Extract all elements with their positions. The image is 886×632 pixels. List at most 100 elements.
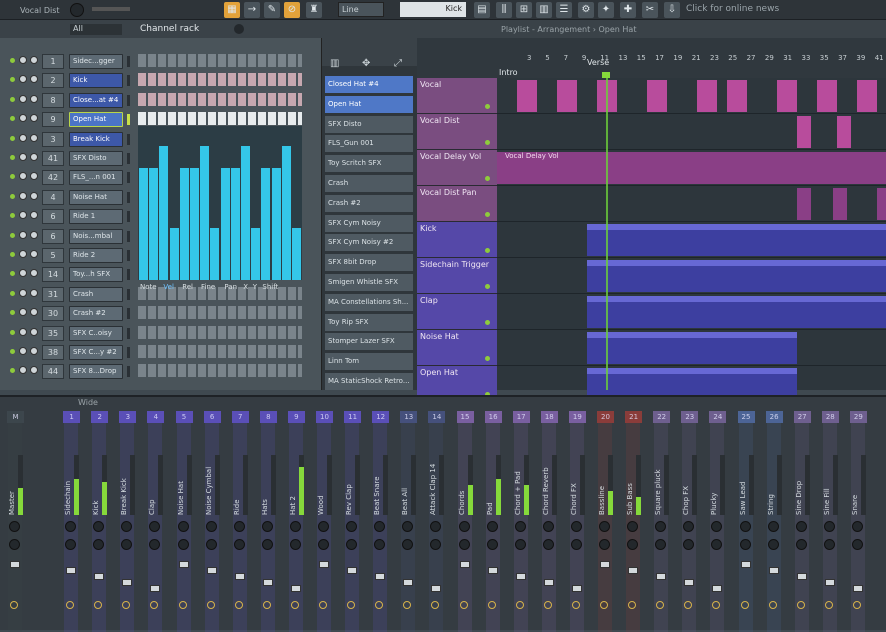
- volume-fader[interactable]: [543, 579, 554, 586]
- volume-knob[interactable]: [739, 539, 751, 550]
- channel-name-button[interactable]: Toy...h SFX: [69, 267, 123, 283]
- volume-knob[interactable]: [205, 539, 217, 550]
- volume-fader[interactable]: [66, 567, 77, 574]
- pan-knob[interactable]: [430, 521, 442, 532]
- send-arrow-icon[interactable]: [206, 601, 215, 609]
- ruler-tick[interactable]: 33: [802, 54, 811, 62]
- volume-fader[interactable]: [768, 567, 779, 574]
- audio-clip[interactable]: [557, 80, 577, 112]
- pan-knob[interactable]: [19, 133, 27, 142]
- volume-knob[interactable]: [30, 250, 38, 258]
- pin-icon[interactable]: ✦: [598, 2, 614, 18]
- ruler-tick[interactable]: 23: [710, 54, 719, 62]
- track-lane[interactable]: [497, 186, 886, 222]
- channel-led[interactable]: [10, 77, 15, 83]
- track-lane[interactable]: [497, 78, 886, 114]
- mixer-strip[interactable]: Break Kick: [120, 411, 136, 632]
- send-arrow-icon[interactable]: [94, 601, 103, 609]
- velocity-graph[interactable]: [138, 126, 302, 280]
- channel-select-indicator[interactable]: [127, 230, 130, 242]
- mixer-strip[interactable]: Square pluck: [654, 411, 670, 632]
- volume-knob[interactable]: [9, 539, 20, 550]
- volume-knob[interactable]: [570, 539, 582, 550]
- pitch-slider[interactable]: [92, 7, 130, 11]
- pan-knob[interactable]: [19, 56, 27, 64]
- velocity-bar[interactable]: [241, 146, 250, 280]
- send-arrow-icon[interactable]: [150, 601, 159, 609]
- channel-led[interactable]: [10, 58, 15, 63]
- pattern-clip[interactable]: [587, 332, 797, 364]
- volume-knob[interactable]: [30, 114, 38, 123]
- send-arrow-icon[interactable]: [290, 601, 299, 609]
- channel-row[interactable]: 38 SFX C...y #2: [0, 343, 322, 362]
- mixer-strip[interactable]: Chord + Pad: [513, 411, 529, 632]
- track-header[interactable]: Vocal Delay Vol: [417, 150, 497, 186]
- volume-knob[interactable]: [30, 288, 38, 297]
- step-sequencer[interactable]: [138, 325, 302, 339]
- browser-item[interactable]: Crash #2: [325, 194, 413, 212]
- volume-knob[interactable]: [767, 539, 779, 550]
- pan-knob[interactable]: [19, 269, 27, 278]
- volume-knob[interactable]: [430, 539, 442, 550]
- pan-knob[interactable]: [19, 191, 27, 200]
- send-arrow-icon[interactable]: [852, 601, 861, 609]
- volume-fader[interactable]: [206, 567, 217, 574]
- channel-select-indicator[interactable]: [127, 114, 130, 126]
- mixer-strip[interactable]: Kick: [92, 411, 108, 632]
- pan-knob[interactable]: [19, 347, 27, 355]
- channel-name-button[interactable]: Sidec...gger: [69, 54, 123, 69]
- velocity-bar[interactable]: [210, 227, 220, 280]
- track-led[interactable]: [485, 176, 490, 181]
- volume-knob[interactable]: [121, 539, 133, 550]
- pan-knob[interactable]: [458, 521, 470, 532]
- browser-item[interactable]: Toy Scritch SFX: [325, 155, 413, 173]
- velocity-bar[interactable]: [200, 146, 210, 280]
- velocity-bar[interactable]: [230, 167, 240, 280]
- volume-knob[interactable]: [627, 539, 639, 550]
- volume-fader[interactable]: [10, 561, 20, 568]
- velocity-bar[interactable]: [251, 227, 261, 280]
- scissors-icon[interactable]: ✂: [642, 2, 658, 18]
- volume-knob[interactable]: [70, 3, 84, 17]
- send-arrow-icon[interactable]: [656, 601, 665, 609]
- pan-knob[interactable]: [739, 521, 751, 532]
- pan-knob[interactable]: [627, 521, 639, 532]
- mixer-strip[interactable]: Wood: [317, 411, 332, 632]
- marker-intro[interactable]: Intro: [499, 68, 518, 77]
- step-sequencer[interactable]: [138, 73, 302, 87]
- channel-filter-select[interactable]: All: [70, 24, 122, 35]
- volume-knob[interactable]: [599, 539, 610, 550]
- volume-knob[interactable]: [65, 539, 77, 550]
- channel-select-indicator[interactable]: [127, 191, 130, 203]
- mixer-track-number[interactable]: 42: [42, 170, 64, 186]
- velocity-bar[interactable]: [190, 167, 199, 280]
- ruler-tick[interactable]: 19: [673, 54, 682, 62]
- volume-knob[interactable]: [233, 539, 245, 550]
- swing-knob[interactable]: [234, 24, 244, 34]
- pencil-icon[interactable]: ✎: [264, 2, 280, 18]
- volume-knob[interactable]: [851, 539, 863, 550]
- step-sequencer[interactable]: [138, 345, 302, 358]
- volume-knob[interactable]: [30, 94, 38, 103]
- volume-knob[interactable]: [30, 347, 38, 355]
- track-header[interactable]: Vocal Dist Pan: [417, 186, 497, 222]
- send-arrow-icon[interactable]: [122, 601, 131, 609]
- graph-tab-pan[interactable]: Pan: [224, 283, 237, 291]
- send-arrow-icon[interactable]: [768, 601, 777, 609]
- volume-fader[interactable]: [347, 567, 358, 574]
- browser-item[interactable]: Stomper Lazer SFX: [325, 333, 413, 351]
- browser-item[interactable]: SFX Cym Noisy #2: [325, 234, 413, 252]
- grid-icon[interactable]: ▥: [330, 58, 339, 69]
- pan-knob[interactable]: [19, 327, 27, 336]
- mixer-strip[interactable]: Hat 2: [288, 411, 304, 632]
- velocity-bar[interactable]: [292, 227, 301, 280]
- audio-clip[interactable]: [517, 80, 537, 112]
- browser-item[interactable]: MA Constellations Sh...: [325, 293, 413, 311]
- velocity-bar[interactable]: [220, 167, 230, 280]
- mixer-track-number[interactable]: 6: [42, 228, 64, 244]
- graph-tab-y[interactable]: Y: [253, 283, 257, 291]
- mixer-strip[interactable]: Master: [8, 411, 23, 632]
- mixer-track-number[interactable]: 3: [42, 131, 64, 147]
- volume-fader[interactable]: [431, 585, 442, 592]
- volume-knob[interactable]: [289, 539, 301, 550]
